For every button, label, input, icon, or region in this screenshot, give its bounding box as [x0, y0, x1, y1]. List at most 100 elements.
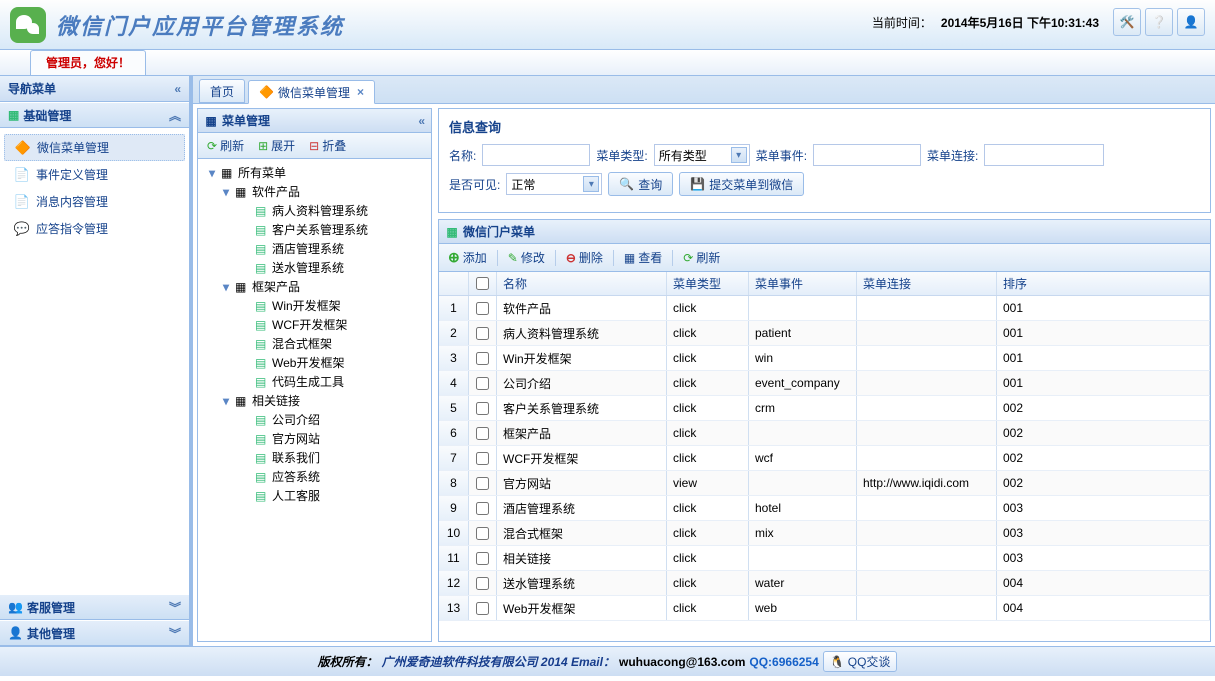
help-button[interactable]: ❔: [1145, 8, 1173, 36]
users-icon: 👥: [8, 600, 23, 614]
nav-title-bar[interactable]: 导航菜单 «: [0, 76, 189, 102]
tree-leaf[interactable]: ▤酒店管理系统: [200, 239, 429, 258]
nav-item-message[interactable]: 📄 消息内容管理: [0, 188, 189, 215]
table-row[interactable]: 4 公司介绍 click event_company 001: [439, 371, 1210, 396]
col-event[interactable]: 菜单事件: [749, 272, 857, 295]
table-row[interactable]: 11 相关链接 click 003: [439, 546, 1210, 571]
refresh-icon: ⟳: [207, 139, 217, 153]
qq-chat-button[interactable]: 🐧QQ交谈: [823, 651, 898, 672]
tree-leaf[interactable]: ▤送水管理系统: [200, 258, 429, 277]
tree-branch[interactable]: ▾▦框架产品: [200, 277, 429, 296]
table-row[interactable]: 12 送水管理系统 click water 004: [439, 571, 1210, 596]
row-checkbox[interactable]: [476, 602, 489, 615]
row-checkbox[interactable]: [476, 352, 489, 365]
tree-leaf[interactable]: ▤人工客服: [200, 486, 429, 505]
table-row[interactable]: 13 Web开发框架 click web 004: [439, 596, 1210, 621]
tree-leaf[interactable]: ▤公司介绍: [200, 410, 429, 429]
table-row[interactable]: 9 酒店管理系统 click hotel 003: [439, 496, 1210, 521]
pencil-icon: ✎: [508, 251, 518, 265]
row-checkbox[interactable]: [476, 502, 489, 515]
event-input[interactable]: [813, 144, 921, 166]
edit-button[interactable]: ✎修改: [503, 247, 550, 268]
table-row[interactable]: 5 客户关系管理系统 click crm 002: [439, 396, 1210, 421]
row-checkbox[interactable]: [476, 452, 489, 465]
nav-item-event-def[interactable]: 📄 事件定义管理: [0, 161, 189, 188]
col-link[interactable]: 菜单连接: [857, 272, 997, 295]
cell-order: 003: [997, 496, 1210, 520]
close-icon[interactable]: ×: [357, 85, 364, 99]
cell-order: 002: [997, 471, 1210, 495]
accordion-header-service[interactable]: 👥 客服管理 ︾: [0, 594, 189, 620]
tree-branch[interactable]: ▾▦相关链接: [200, 391, 429, 410]
cell-order: 001: [997, 296, 1210, 320]
tree-expand-button[interactable]: ⊞展开: [253, 135, 300, 156]
refresh-button[interactable]: ⟳刷新: [678, 247, 725, 268]
cell-event: [749, 471, 857, 495]
cell-type: click: [667, 371, 749, 395]
table-row[interactable]: 7 WCF开发框架 click wcf 002: [439, 446, 1210, 471]
user-button[interactable]: 👤: [1177, 8, 1205, 36]
row-checkbox[interactable]: [476, 427, 489, 440]
accordion-header-other[interactable]: 👤 其他管理 ︾: [0, 620, 189, 646]
tree-refresh-button[interactable]: ⟳刷新: [202, 135, 249, 156]
row-checkbox[interactable]: [476, 377, 489, 390]
tree-branch[interactable]: ▾▦软件产品: [200, 182, 429, 201]
col-name[interactable]: 名称: [497, 272, 667, 295]
table-row[interactable]: 8 官方网站 view http://www.iqidi.com 002: [439, 471, 1210, 496]
row-checkbox[interactable]: [476, 577, 489, 590]
tree-leaf[interactable]: ▤WCF开发框架: [200, 315, 429, 334]
tree-leaf[interactable]: ▤客户关系管理系统: [200, 220, 429, 239]
submit-button[interactable]: 💾提交菜单到微信: [679, 172, 804, 196]
bubble-icon: 💬: [14, 221, 30, 237]
company-name: 广州爱奇迪软件科技有限公司 2014 Email：: [382, 653, 615, 670]
tab-home[interactable]: 首页: [199, 79, 245, 103]
tree-leaf[interactable]: ▤代码生成工具: [200, 372, 429, 391]
row-checkbox[interactable]: [476, 527, 489, 540]
tree-leaf[interactable]: ▤混合式框架: [200, 334, 429, 353]
query-button[interactable]: 🔍查询: [608, 172, 673, 196]
delete-button[interactable]: ⊖删除: [561, 247, 608, 268]
type-select[interactable]: 所有类型▾: [654, 144, 750, 166]
menu-icon: 🔶: [259, 85, 274, 99]
table-row[interactable]: 2 病人资料管理系统 click patient 001: [439, 321, 1210, 346]
tree-leaf[interactable]: ▤Win开发框架: [200, 296, 429, 315]
tree-collapse-button[interactable]: ⊟折叠: [304, 135, 351, 156]
add-button[interactable]: ⊕添加: [443, 247, 492, 268]
tree-leaf[interactable]: ▤病人资料管理系统: [200, 201, 429, 220]
tree-leaf[interactable]: ▤联系我们: [200, 448, 429, 467]
tree-leaf[interactable]: ▤Web开发框架: [200, 353, 429, 372]
col-order[interactable]: 排序: [997, 272, 1210, 295]
chevron-up-icon: ︽: [169, 107, 181, 124]
tab-wechat-menu[interactable]: 🔶 微信菜单管理 ×: [248, 80, 375, 104]
row-number: 5: [439, 396, 469, 420]
table-row[interactable]: 3 Win开发框架 click win 001: [439, 346, 1210, 371]
table-row[interactable]: 6 框架产品 click 002: [439, 421, 1210, 446]
table-row[interactable]: 10 混合式框架 click mix 003: [439, 521, 1210, 546]
table-row[interactable]: 1 软件产品 click 001: [439, 296, 1210, 321]
tree-root[interactable]: ▾▦所有菜单: [200, 163, 429, 182]
nav-item-wechat-menu[interactable]: 🔶 微信菜单管理: [4, 134, 185, 161]
tree-leaf[interactable]: ▤官方网站: [200, 429, 429, 448]
accordion-header-basic[interactable]: ▦ 基础管理 ︽: [0, 102, 189, 128]
wechat-logo: [10, 7, 46, 43]
cell-type: click: [667, 321, 749, 345]
nav-item-reply[interactable]: 💬 应答指令管理: [0, 215, 189, 242]
select-all-checkbox[interactable]: [476, 277, 489, 290]
row-checkbox[interactable]: [476, 327, 489, 340]
name-input[interactable]: [482, 144, 590, 166]
row-checkbox[interactable]: [476, 552, 489, 565]
view-icon: ▦: [624, 251, 635, 265]
footer-email: wuhuacong@163.com: [619, 655, 745, 669]
row-checkbox[interactable]: [476, 477, 489, 490]
collapse-left-icon[interactable]: «: [418, 114, 425, 128]
visible-select[interactable]: 正常▾: [506, 173, 602, 195]
tools-button[interactable]: 🛠️: [1113, 8, 1141, 36]
tree-leaf[interactable]: ▤应答系统: [200, 467, 429, 486]
cell-event: [749, 421, 857, 445]
row-checkbox[interactable]: [476, 402, 489, 415]
link-input[interactable]: [984, 144, 1104, 166]
col-type[interactable]: 菜单类型: [667, 272, 749, 295]
collapse-left-icon[interactable]: «: [174, 82, 181, 96]
view-button[interactable]: ▦查看: [619, 247, 667, 268]
row-checkbox[interactable]: [476, 302, 489, 315]
